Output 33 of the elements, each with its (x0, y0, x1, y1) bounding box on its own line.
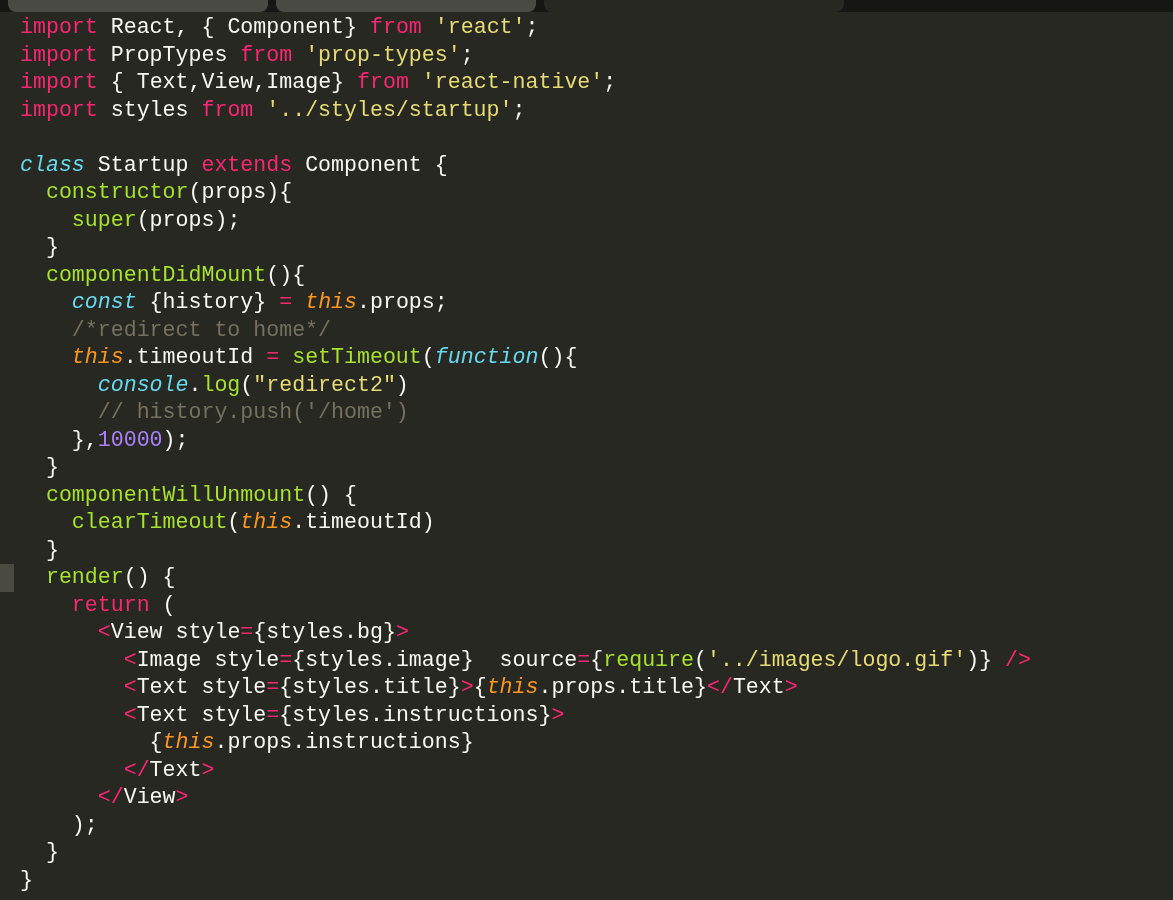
code-line: clearTimeout(this.timeoutId) (70, 509, 435, 536)
code-line: /*redirect to home*/ (70, 316, 331, 344)
code-line: <Text style={styles.title}>{this.props.title}</Text> (122, 674, 798, 701)
code-line: </View> (96, 784, 189, 811)
code-line: import { Text,View,Image} from 'react-native'; (20, 69, 617, 96)
code-line: this.timeoutId = setTimeout(function(){ (70, 344, 578, 371)
code-line: componentWillUnmount() { (44, 481, 357, 509)
code-line: } (44, 454, 59, 481)
code-line: {this.props.instructions} (148, 729, 474, 756)
code-line: <Image style={styles.image} source={require('../images/logo.gif')} /> (122, 646, 1031, 674)
code-line: import styles from '../styles/startup'; (20, 96, 526, 124)
code-line: <View style={styles.bg}> (96, 619, 409, 646)
code-line: } (44, 839, 59, 866)
code-line: ); (70, 811, 98, 839)
code-line: } (44, 234, 59, 261)
code-line: console.log("redirect2") (96, 371, 409, 399)
code-line: // history.push('/home') (96, 399, 409, 426)
editor-tab[interactable] (8, 0, 268, 12)
code-line: render() { (44, 564, 176, 591)
code-line: import PropTypes from 'prop-types'; (20, 41, 474, 69)
code-line: const {history} = this.props; (70, 289, 448, 316)
code-line: <Text style={styles.instructions}> (122, 701, 565, 729)
code-line: componentDidMount(){ (44, 261, 306, 289)
code-line: super(props); (70, 206, 241, 234)
code-line: constructor(props){ (44, 179, 293, 206)
code-line: },10000); (70, 426, 189, 454)
code-line: } (44, 536, 59, 564)
code-line: class Startup extends Component { (20, 151, 448, 179)
code-line: import React, { Component} from 'react'; (20, 14, 539, 41)
editor-tab[interactable] (276, 0, 536, 12)
code-line: </Text> (122, 756, 215, 784)
code-line: return ( (70, 591, 176, 619)
code-line: } (20, 866, 33, 894)
